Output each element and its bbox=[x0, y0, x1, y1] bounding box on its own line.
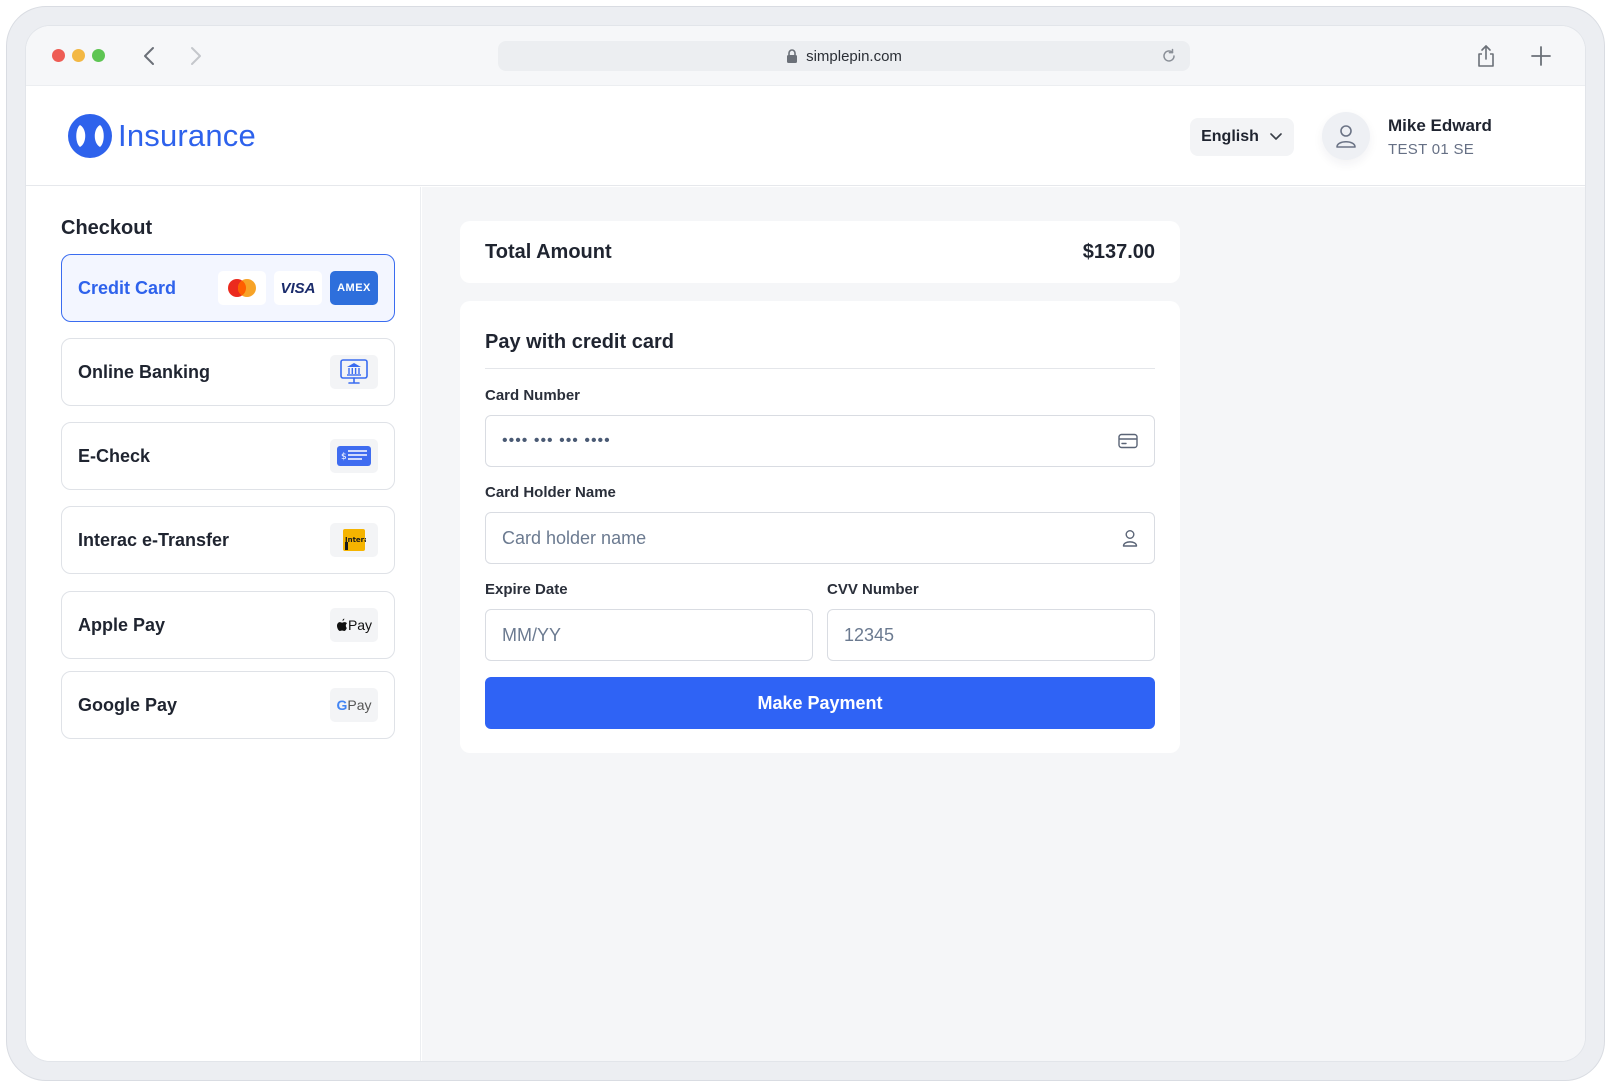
total-label: Total Amount bbox=[485, 240, 612, 263]
form-divider bbox=[485, 368, 1155, 369]
method-interac[interactable]: Interac e-Transfer Interac bbox=[61, 506, 395, 574]
cvv-input[interactable]: 12345 bbox=[827, 609, 1155, 661]
user-icon bbox=[1122, 530, 1138, 547]
method-label: Interac e-Transfer bbox=[78, 529, 230, 550]
checkout-title: Checkout bbox=[61, 217, 153, 239]
close-window-button[interactable] bbox=[52, 49, 65, 62]
app-header: Insurance English Mike Edward TEST 01 SE bbox=[26, 86, 1585, 186]
user-avatar[interactable] bbox=[1322, 112, 1370, 160]
bank-screen-icon bbox=[330, 355, 378, 389]
card-holder-input[interactable]: Card holder name bbox=[485, 512, 1155, 564]
method-label: Online Banking bbox=[78, 361, 211, 382]
card-holder-label: Card Holder Name bbox=[485, 484, 616, 501]
method-label: E-Check bbox=[78, 445, 151, 466]
url-text: simplepin.com bbox=[806, 47, 902, 65]
credit-card-icon bbox=[1118, 433, 1138, 449]
cvv-label: CVV Number bbox=[827, 581, 919, 598]
expire-date-placeholder: MM/YY bbox=[502, 624, 562, 645]
language-label: English bbox=[1201, 128, 1259, 145]
new-tab-icon[interactable] bbox=[1528, 43, 1554, 69]
language-select[interactable]: English bbox=[1190, 118, 1294, 156]
form-title: Pay with credit card bbox=[485, 331, 674, 353]
share-icon[interactable] bbox=[1474, 43, 1498, 69]
insurance-logo-icon bbox=[68, 114, 112, 158]
total-amount-card: Total Amount $137.00 bbox=[460, 221, 1180, 283]
svg-text:$: $ bbox=[341, 452, 347, 462]
svg-text:Interac: Interac bbox=[345, 536, 366, 544]
mastercard-icon bbox=[218, 271, 266, 305]
brand-logo[interactable]: Insurance bbox=[68, 114, 256, 158]
credit-card-form: Pay with credit card Card Number •••• ••… bbox=[460, 301, 1180, 753]
method-credit-card[interactable]: Credit Card VISA AMEX bbox=[61, 254, 395, 322]
browser-window: simplepin.com Insurance English Mike Edw… bbox=[26, 26, 1585, 1061]
chevron-down-icon bbox=[1270, 133, 1282, 140]
expire-date-input[interactable]: MM/YY bbox=[485, 609, 813, 661]
reload-icon[interactable] bbox=[1160, 47, 1178, 65]
card-holder-placeholder: Card holder name bbox=[502, 527, 647, 548]
user-account: TEST 01 SE bbox=[1388, 141, 1475, 158]
back-button[interactable] bbox=[134, 41, 164, 71]
method-google-pay[interactable]: Google Pay G Pay bbox=[61, 671, 395, 739]
method-label: Credit Card bbox=[78, 277, 177, 298]
forward-button[interactable] bbox=[181, 41, 211, 71]
visa-icon: VISA bbox=[274, 271, 322, 305]
payment-methods-sidebar: Checkout Credit Card VISA AMEX Online Ba… bbox=[26, 187, 421, 1061]
method-e-check[interactable]: E-Check $ bbox=[61, 422, 395, 490]
brand-name: Insurance bbox=[118, 118, 256, 153]
browser-toolbar: simplepin.com bbox=[26, 26, 1585, 86]
minimize-window-button[interactable] bbox=[72, 49, 85, 62]
user-name: Mike Edward bbox=[1388, 116, 1492, 135]
apple-icon bbox=[336, 618, 347, 631]
interac-icon: Interac bbox=[330, 523, 378, 557]
amex-icon: AMEX bbox=[330, 271, 378, 305]
google-pay-icon: G Pay bbox=[330, 688, 378, 722]
chevron-right-icon bbox=[191, 47, 201, 65]
user-icon bbox=[1336, 125, 1356, 148]
card-number-value: •••• ••• ••• •••• bbox=[502, 432, 611, 449]
check-icon: $ bbox=[330, 439, 378, 473]
maximize-window-button[interactable] bbox=[92, 49, 105, 62]
lock-icon bbox=[787, 49, 798, 63]
method-online-banking[interactable]: Online Banking bbox=[61, 338, 395, 406]
apple-pay-icon: Pay bbox=[330, 608, 378, 642]
cvv-placeholder: 12345 bbox=[844, 624, 895, 645]
method-label: Google Pay bbox=[78, 694, 178, 715]
card-number-label: Card Number bbox=[485, 387, 581, 404]
chevron-left-icon bbox=[144, 47, 154, 65]
method-apple-pay[interactable]: Apple Pay Pay bbox=[61, 591, 395, 659]
make-payment-button[interactable]: Make Payment bbox=[485, 677, 1155, 729]
expire-date-label: Expire Date bbox=[485, 581, 568, 598]
payment-main: Total Amount $137.00 Pay with credit car… bbox=[422, 187, 1585, 1061]
method-label: Apple Pay bbox=[78, 614, 166, 635]
total-value: $137.00 bbox=[1082, 240, 1155, 263]
address-bar[interactable]: simplepin.com bbox=[498, 41, 1190, 71]
card-number-input[interactable]: •••• ••• ••• •••• bbox=[485, 415, 1155, 467]
